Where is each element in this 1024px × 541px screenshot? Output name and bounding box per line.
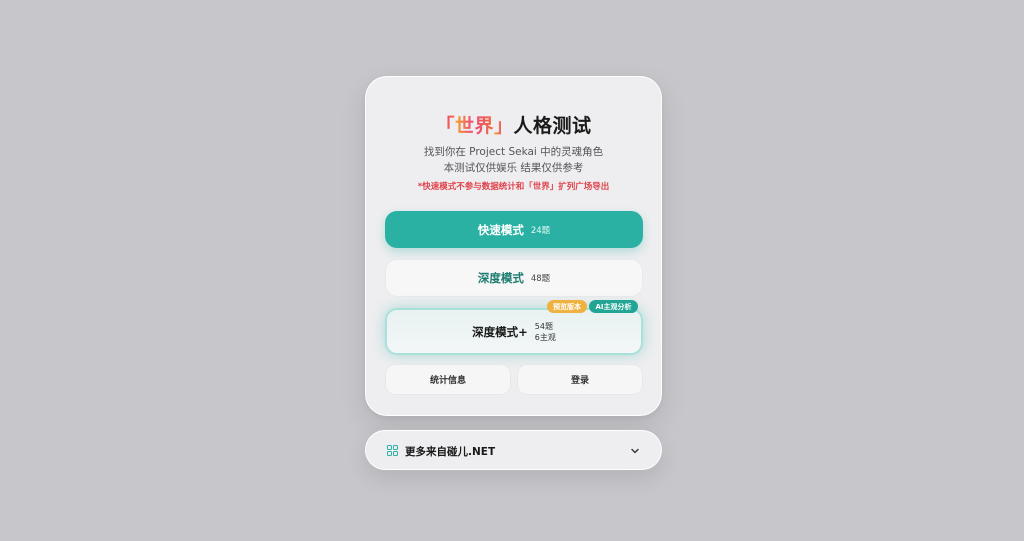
title-accent: 世界 [454, 115, 494, 137]
ai-analysis-badge: AI主观分析 [589, 300, 638, 313]
more-from-site-label: 更多来自碰儿.NET [405, 446, 496, 458]
deep-mode-button[interactable]: 深度模式 48题 [385, 259, 643, 297]
deep-plus-mode-button[interactable]: 深度模式+ 54题 6主观 [385, 308, 643, 355]
chevron-down-icon[interactable] [630, 446, 640, 456]
page-stage: 「世界」人格测试 找到你在 Project Sekai 中的灵魂角色 本测试仅供… [0, 0, 1024, 541]
subtitle-line-2: 本测试仅供娱乐 结果仅供参考 [443, 162, 584, 174]
title-open-bracket: 「 [435, 115, 455, 137]
more-from-site-toggle[interactable]: 更多来自碰儿.NET [365, 430, 662, 470]
mode-question-count: 54题 [534, 321, 553, 331]
title-close-bracket: 」 [494, 115, 514, 137]
grid-icon [387, 445, 398, 456]
login-button[interactable]: 登录 [517, 364, 643, 395]
page-title: 「世界」人格测试 [366, 111, 661, 138]
test-card: 「世界」人格测试 找到你在 Project Sekai 中的灵魂角色 本测试仅供… [365, 76, 662, 416]
quick-mode-button[interactable]: 快速模式 24题 [385, 211, 643, 248]
mode-name: 深度模式+ [472, 324, 528, 339]
mode-name: 快速模式 [477, 222, 524, 237]
mode-name: 深度模式 [477, 271, 524, 285]
preview-badge: 预览版本 [547, 300, 587, 313]
notice-text: *快速模式不参与数据统计和「世界」扩列广场导出 [417, 182, 610, 192]
mode-question-count: 24题 [530, 225, 551, 236]
mode-subjective-count: 6主观 [534, 332, 556, 342]
mode-question-counts: 54题 6主观 [535, 321, 556, 343]
mode-question-count: 48题 [530, 274, 551, 284]
subtitle-line-1: 找到你在 Project Sekai 中的灵魂角色 [423, 146, 604, 158]
stats-button[interactable]: 统计信息 [385, 364, 511, 395]
title-text: 人格测试 [513, 115, 592, 137]
